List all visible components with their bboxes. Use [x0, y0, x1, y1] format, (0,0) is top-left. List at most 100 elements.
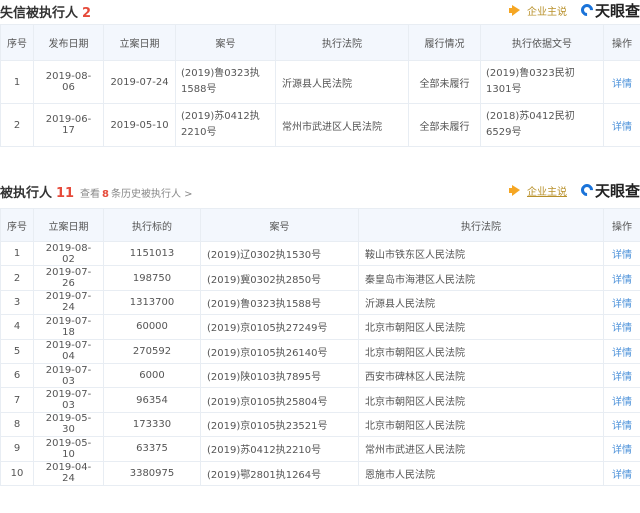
col-header: 发布日期 — [33, 24, 104, 61]
court-name: 秦皇岛市海港区人民法院 — [358, 265, 604, 291]
row-number: 4 — [0, 314, 34, 340]
fulfillment-status: 全部未履行 — [408, 60, 481, 104]
execution-amount: 60000 — [103, 314, 201, 340]
section-title: 失信被执行人 2 — [0, 2, 91, 21]
col-header: 立案日期 — [103, 24, 176, 61]
court-name: 沂源县人民法院 — [358, 289, 604, 316]
history-count: 8 — [102, 189, 109, 200]
brand-area: 企业主说 天眼查 — [508, 0, 640, 21]
court-name: 常州市武进区人民法院 — [275, 103, 409, 147]
table-row: 2 2019-06-17 2019-05-10 (2019)苏0412执2210号 常州… — [0, 103, 640, 147]
row-number: 6 — [0, 362, 34, 389]
case-number: (2019)京0105执27249号 — [200, 314, 359, 340]
case-number: (2019)鲁0323执1588号 — [175, 60, 276, 104]
logo-icon — [578, 1, 596, 19]
publish-date: 2019-08-06 — [33, 60, 104, 104]
filing-date: 2019-07-24 — [33, 289, 104, 316]
court-name: 恩施市人民法院 — [358, 460, 604, 486]
detail-link[interactable]: 详情 — [603, 436, 640, 462]
court-name: 鞍山市铁东区人民法院 — [358, 240, 604, 267]
row-number: 1 — [0, 60, 34, 104]
detail-link[interactable]: 详情 — [603, 103, 640, 147]
tianyancha-logo: 天眼查 — [578, 0, 640, 21]
filing-date: 2019-07-03 — [33, 362, 104, 389]
logo-text: 天眼查 — [594, 181, 640, 200]
filing-date: 2019-05-10 — [33, 436, 104, 462]
section-count: 11 — [56, 186, 75, 201]
filing-date: 2019-05-10 — [103, 103, 176, 147]
fulfillment-status: 全部未履行 — [408, 103, 481, 147]
execution-amount: 96354 — [103, 387, 201, 413]
table-row: 3 2019-07-24 1313700 (2019)鲁0323执1588号 沂源县人民… — [0, 289, 640, 316]
enterprise-say-link[interactable]: 企业主说 — [527, 183, 567, 198]
col-header: 执行依据文号 — [480, 24, 604, 61]
history-executed-link[interactable]: 查看 8 条历史被执行人 > — [80, 185, 193, 200]
case-number: (2019)陕0103执7895号 — [200, 362, 359, 389]
case-number: (2019)辽0302执1530号 — [200, 240, 359, 267]
detail-link[interactable]: 详情 — [603, 60, 640, 104]
filing-date: 2019-07-24 — [103, 60, 176, 104]
executed-table: 序号 立案日期 执行标的 案号 执行法院 操作 1 2019-08-02 11510… — [0, 208, 640, 486]
case-number: (2019)苏0412执2210号 — [175, 103, 276, 147]
detail-link[interactable]: 详情 — [603, 265, 640, 291]
col-header: 案号 — [200, 208, 359, 242]
filing-date: 2019-08-02 — [33, 240, 104, 267]
enterprise-say-link[interactable]: 企业主说 — [527, 3, 567, 18]
case-number: (2019)苏0412执2210号 — [200, 436, 359, 462]
detail-link[interactable]: 详情 — [603, 240, 640, 267]
execution-amount: 3380975 — [103, 460, 201, 486]
case-number: (2019)京0105执25804号 — [200, 387, 359, 413]
detail-link[interactable]: 详情 — [603, 460, 640, 486]
execution-amount: 173330 — [103, 411, 201, 438]
court-name: 北京市朝阳区人民法院 — [358, 411, 604, 438]
section-title-text: 失信被执行人 — [0, 6, 79, 21]
col-header: 序号 — [0, 208, 34, 242]
filing-date: 2019-04-24 — [33, 460, 104, 486]
tianyancha-logo: 天眼查 — [578, 180, 640, 201]
court-name: 西安市碑林区人民法院 — [358, 362, 604, 389]
detail-link[interactable]: 详情 — [603, 289, 640, 316]
table-row: 7 2019-07-03 96354 (2019)京0105执25804号 北京市朝阳区… — [0, 387, 640, 413]
table-row: 5 2019-07-04 270592 (2019)京0105执26140号 北京市朝阳… — [0, 338, 640, 364]
filing-date: 2019-05-30 — [33, 411, 104, 438]
detail-link[interactable]: 详情 — [603, 387, 640, 413]
section-title: 被执行人 11 — [0, 182, 74, 201]
filing-date: 2019-07-03 — [33, 387, 104, 413]
row-number: 2 — [0, 103, 34, 147]
table-header-row: 序号 立案日期 执行标的 案号 执行法院 操作 — [0, 208, 640, 242]
basis-document-number: (2019)鲁0323民初1301号 — [480, 60, 604, 104]
row-number: 2 — [0, 265, 34, 291]
col-header: 执行标的 — [103, 208, 201, 242]
dishonest-table: 序号 发布日期 立案日期 案号 执行法院 履行情况 执行依据文号 操作 1 201… — [0, 24, 640, 147]
execution-amount: 6000 — [103, 362, 201, 389]
row-number: 3 — [0, 289, 34, 316]
court-name: 北京市朝阳区人民法院 — [358, 387, 604, 413]
court-name: 常州市武进区人民法院 — [358, 436, 604, 462]
section-count: 2 — [82, 6, 92, 21]
row-number: 7 — [0, 387, 34, 413]
table-row: 8 2019-05-30 173330 (2019)京0105执23521号 北京市朝阳… — [0, 411, 640, 438]
detail-link[interactable]: 详情 — [603, 411, 640, 438]
table-row: 6 2019-07-03 6000 (2019)陕0103执7895号 西安市碑林区人民… — [0, 362, 640, 389]
execution-amount: 63375 — [103, 436, 201, 462]
col-header: 序号 — [0, 24, 34, 61]
col-header: 执行法院 — [358, 208, 604, 242]
detail-link[interactable]: 详情 — [603, 362, 640, 389]
brand-area: 企业主说 天眼查 — [508, 180, 640, 201]
filing-date: 2019-07-26 — [33, 265, 104, 291]
row-number: 1 — [0, 240, 34, 267]
col-header: 操作 — [603, 208, 640, 242]
detail-link[interactable]: 详情 — [603, 338, 640, 364]
table-row: 4 2019-07-18 60000 (2019)京0105执27249号 北京市朝阳区… — [0, 314, 640, 340]
publish-date: 2019-06-17 — [33, 103, 104, 147]
dishonest-section-header: 失信被执行人 2 企业主说 天眼查 — [0, 0, 640, 22]
col-header: 操作 — [603, 24, 640, 61]
table-header-row: 序号 发布日期 立案日期 案号 执行法院 履行情况 执行依据文号 操作 — [0, 24, 640, 61]
execution-amount: 1151013 — [103, 240, 201, 267]
case-number: (2019)鲁0323执1588号 — [200, 289, 359, 316]
execution-amount: 1313700 — [103, 289, 201, 316]
col-header: 案号 — [175, 24, 276, 61]
detail-link[interactable]: 详情 — [603, 314, 640, 340]
executed-section-header: 被执行人 11 查看 8 条历史被执行人 > 企业主说 天眼查 — [0, 180, 640, 202]
court-name: 北京市朝阳区人民法院 — [358, 314, 604, 340]
